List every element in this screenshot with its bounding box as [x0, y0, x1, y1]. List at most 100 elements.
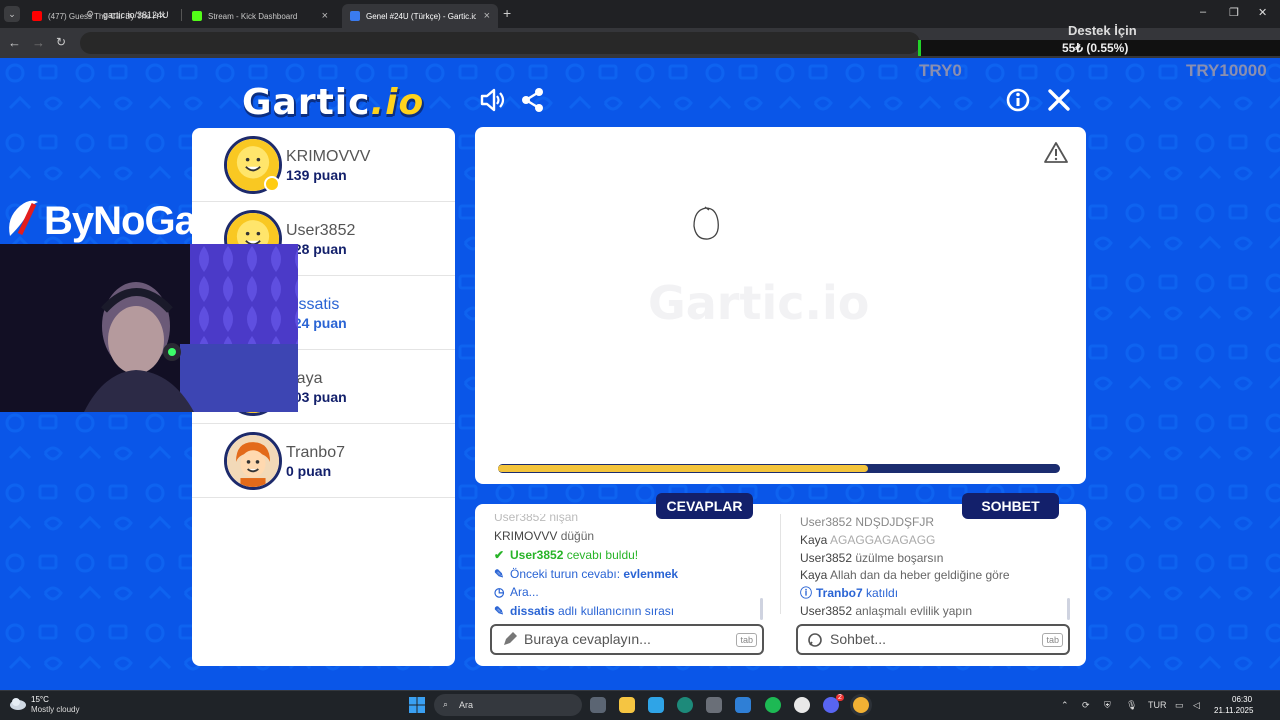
- gartic-icon: [350, 11, 360, 21]
- gartic-logo: Gartic.io: [242, 82, 425, 123]
- weather-description: Mostly cloudy: [31, 705, 80, 714]
- turn-line: ✎ dissatis adlı kullanıcının sırası: [494, 604, 675, 618]
- url-text: gartic.io/38124U: [103, 10, 169, 20]
- player-name: KRIMOVVV: [286, 148, 371, 165]
- chat-field[interactable]: tab: [796, 624, 1070, 655]
- back-icon[interactable]: ←: [8, 35, 21, 50]
- report-warning-icon[interactable]: [1044, 141, 1068, 163]
- player-row[interactable]: KRIMOVVV 139 puan: [192, 128, 455, 202]
- player-name: User3852: [286, 222, 356, 239]
- chat-message: User3852 anlaşmalı evlilik yapın: [800, 604, 973, 618]
- weather-temperature: 15°C: [31, 695, 49, 704]
- browser-tab-kick[interactable]: Stream - Kick Dashboard ×: [184, 4, 336, 28]
- answer-correct-line: ✔ User3852 cevabı buldu!: [494, 548, 639, 562]
- clock-icon: ◷: [494, 585, 505, 599]
- mail-icon[interactable]: [735, 697, 751, 713]
- channel-logo-text: ByNoGan: [44, 199, 192, 243]
- answers-scrollbar[interactable]: [760, 598, 763, 620]
- pencil-icon: ✎: [494, 604, 505, 618]
- microphone-icon[interactable]: 🎙: [1126, 700, 1137, 711]
- tab-separator: [181, 9, 182, 21]
- chat-input[interactable]: [830, 631, 1030, 647]
- task-view-icon[interactable]: [590, 697, 606, 713]
- donation-goal-title: Destek İçin: [1068, 23, 1137, 38]
- close-window-icon[interactable]: ✕: [1258, 6, 1267, 19]
- boy-avatar-icon: [224, 432, 282, 490]
- player-points: 139 puan: [286, 167, 347, 183]
- crown-badge-icon: [264, 176, 280, 192]
- interval-line: ◷ Ara...: [494, 585, 539, 599]
- search-icon: ⌕: [443, 699, 449, 709]
- donation-max-label: TRY10000: [1186, 61, 1267, 80]
- tab-title: Genel #24U (Türkçe) - Gartic.io: [366, 11, 476, 21]
- player-name: Tranbo7: [286, 444, 345, 461]
- donation-amount: 55₺ (0.55%): [1062, 41, 1129, 55]
- calculator-icon[interactable]: [706, 697, 722, 713]
- chat-message: Kaya Allah dan da heber geldiğine göre: [800, 568, 1010, 582]
- answer-input[interactable]: [524, 631, 724, 647]
- chat-message: User3852 üzülme boşarsın: [800, 551, 944, 565]
- chrome-icon[interactable]: [853, 697, 869, 713]
- close-tab-icon[interactable]: ×: [322, 10, 328, 22]
- url-input[interactable]: [80, 32, 920, 54]
- canvas-watermark: Gartic.io: [648, 276, 870, 330]
- chat-join-line: ⓘ Tranbo7 katıldı: [800, 586, 899, 600]
- pencil-icon: [504, 632, 517, 645]
- player-points: 0 puan: [286, 463, 332, 479]
- close-icon[interactable]: [1045, 86, 1073, 114]
- network-icon[interactable]: ▭: [1175, 700, 1184, 711]
- tab-chat[interactable]: SOHBET: [962, 493, 1059, 519]
- taskbar-search-box[interactable]: [434, 694, 582, 716]
- site-info-icon[interactable]: ⚙: [86, 9, 94, 20]
- edge-icon[interactable]: [677, 697, 693, 713]
- discord-badge: 2: [836, 694, 844, 701]
- previous-answer-line: ✎ Önceki turun cevabı: evlenmek: [494, 567, 679, 581]
- webcam-overlay: [0, 244, 298, 412]
- answer-line: KRIMOVVV düğün: [494, 529, 595, 543]
- round-timer-fill: [498, 465, 868, 472]
- minimize-icon[interactable]: –: [1200, 6, 1206, 18]
- sync-icon[interactable]: ⟳: [1082, 700, 1090, 711]
- windows-start-icon[interactable]: [409, 697, 425, 713]
- reload-icon[interactable]: ↻: [56, 35, 66, 49]
- spotify-icon[interactable]: [765, 697, 781, 713]
- tab-answers[interactable]: CEVAPLAR: [656, 493, 753, 519]
- info-icon: ⓘ: [800, 586, 813, 600]
- chevron-up-icon[interactable]: ⌃: [1061, 700, 1069, 711]
- tab-search-button[interactable]: ⌄: [4, 6, 20, 22]
- new-tab-button[interactable]: +: [503, 5, 511, 21]
- cloud-icon[interactable]: [9, 697, 27, 710]
- check-icon: ✔: [494, 548, 505, 562]
- chat-partial-line: User3852 NDŞDJDŞFJR: [800, 515, 935, 529]
- sound-icon[interactable]: [478, 86, 506, 114]
- obs-icon[interactable]: [794, 697, 810, 713]
- chat-message: Kaya AGAGGAGAGAGG: [800, 533, 936, 547]
- store-icon[interactable]: [648, 697, 664, 713]
- tab-key-hint: tab: [1042, 633, 1063, 647]
- language-indicator[interactable]: TUR: [1148, 700, 1167, 710]
- donation-min-label: TRY0: [919, 61, 962, 80]
- forward-icon[interactable]: →: [32, 35, 45, 50]
- kick-icon: [192, 11, 202, 21]
- maximize-icon[interactable]: ❐: [1229, 6, 1239, 19]
- taskbar-search-text: Ara: [459, 700, 474, 710]
- answers-partial-line: User3852 nişan: [494, 514, 579, 524]
- answer-field[interactable]: tab: [490, 624, 764, 655]
- info-icon[interactable]: [1004, 86, 1032, 114]
- player-row[interactable]: Tranbo7 0 puan: [192, 424, 455, 498]
- clock-date[interactable]: 21.11.2025: [1214, 706, 1253, 715]
- clock-time[interactable]: 06:30: [1232, 695, 1252, 704]
- file-explorer-icon[interactable]: [619, 697, 635, 713]
- close-tab-icon[interactable]: ×: [484, 10, 490, 22]
- youtube-icon: [32, 11, 42, 21]
- volume-icon[interactable]: ◁: [1193, 700, 1200, 711]
- chat-bubble-icon: [808, 633, 822, 647]
- tab-key-hint: tab: [736, 633, 757, 647]
- chat-scrollbar[interactable]: [1067, 598, 1070, 620]
- tab-title: Stream - Kick Dashboard: [208, 11, 298, 21]
- player-drawing: [693, 206, 719, 240]
- browser-tab-gartic[interactable]: Genel #24U (Türkçe) - Gartic.io ×: [342, 4, 498, 28]
- panel-divider: [780, 514, 781, 614]
- share-icon[interactable]: [519, 86, 547, 114]
- vpn-icon[interactable]: ⛨: [1104, 700, 1111, 711]
